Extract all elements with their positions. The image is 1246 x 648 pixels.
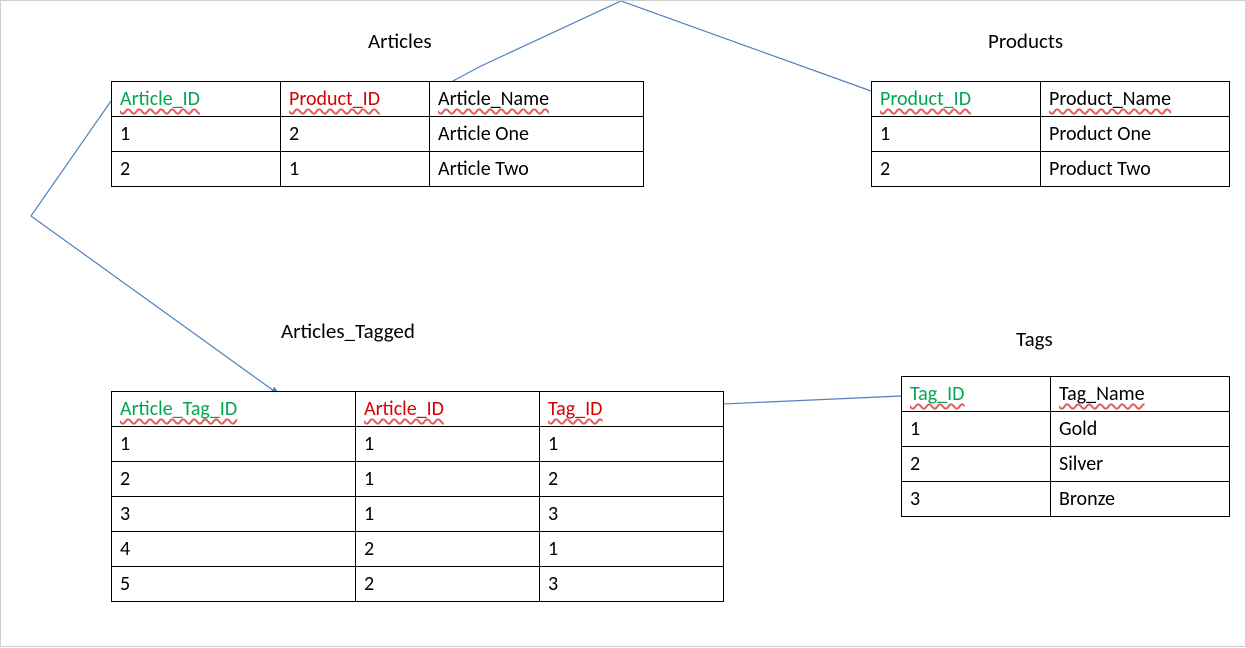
articles-col-article-id: Article_ID xyxy=(120,87,200,111)
articles-table: Article_ID Product_ID Article_Name 1 2 A… xyxy=(111,81,644,187)
table-row: 1 Gold xyxy=(902,412,1230,447)
articles-col-product-id: Product_ID xyxy=(289,87,380,111)
table-row: 1 2 Article One xyxy=(112,117,644,152)
products-table: Product_ID Product_Name 1 Product One 2 … xyxy=(871,81,1230,187)
articles-col-article-name: Article_Name xyxy=(438,87,549,111)
tags-table: Tag_ID Tag_Name 1 Gold 2 Silver 3 Bronze xyxy=(901,376,1230,517)
table-row: 4 2 1 xyxy=(112,532,724,567)
articles-title: Articles xyxy=(368,28,432,54)
products-title: Products xyxy=(988,28,1063,54)
table-row: 3 Bronze xyxy=(902,482,1230,517)
table-row: 2 Product Two xyxy=(872,152,1230,187)
table-row: 3 1 3 xyxy=(112,497,724,532)
diagram-canvas: Articles Article_ID Product_ID Article_N… xyxy=(0,0,1246,647)
tags-col-tag-id: Tag_ID xyxy=(910,382,964,406)
products-col-product-id: Product_ID xyxy=(880,87,971,111)
articles-tagged-header-row: Article_Tag_ID Article_ID Tag_ID xyxy=(112,392,724,427)
articles-tagged-title: Articles_Tagged xyxy=(281,318,415,344)
table-row: 2 Silver xyxy=(902,447,1230,482)
table-row: 2 1 2 xyxy=(112,462,724,497)
articles-tagged-col-id: Article_Tag_ID xyxy=(120,397,237,421)
articles-header-row: Article_ID Product_ID Article_Name xyxy=(112,82,644,117)
articles-tagged-col-article-id: Article_ID xyxy=(364,397,444,421)
tags-col-tag-name: Tag_Name xyxy=(1059,382,1145,406)
table-row: 5 2 3 xyxy=(112,567,724,602)
tags-title: Tags xyxy=(1016,326,1053,352)
products-header-row: Product_ID Product_Name xyxy=(872,82,1230,117)
table-row: 1 Product One xyxy=(872,117,1230,152)
tags-header-row: Tag_ID Tag_Name xyxy=(902,377,1230,412)
table-row: 2 1 Article Two xyxy=(112,152,644,187)
articles-tagged-table: Article_Tag_ID Article_ID Tag_ID 1 1 1 2… xyxy=(111,391,724,602)
products-col-product-name: Product_Name xyxy=(1049,87,1171,111)
articles-tagged-col-tag-id: Tag_ID xyxy=(548,397,602,421)
table-row: 1 1 1 xyxy=(112,427,724,462)
